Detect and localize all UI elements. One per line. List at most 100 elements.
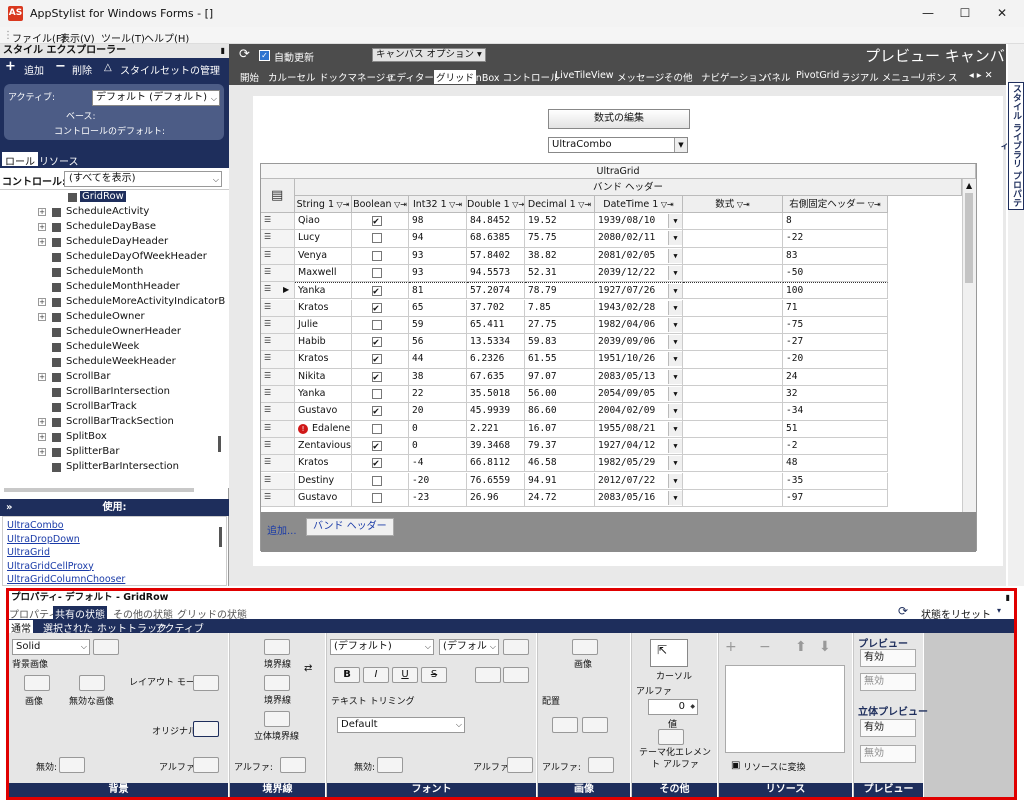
preview-tab[interactable]: パネル: [762, 70, 791, 84]
expand-icon[interactable]: +: [38, 223, 46, 231]
grid-cell[interactable]: 65.411: [467, 316, 525, 335]
grid-cell[interactable]: 71: [783, 299, 888, 317]
grid-cell[interactable]: 76.6559: [467, 472, 525, 490]
date-dropdown-icon[interactable]: ▼: [668, 421, 682, 436]
bg-disabled-button[interactable]: [59, 757, 85, 773]
tree-item[interactable]: + ScheduleMoreActivityIndicatorB: [0, 295, 225, 310]
font-alpha-button[interactable]: [507, 757, 533, 773]
grid-cell[interactable]: Julie: [295, 316, 352, 335]
grid-cell[interactable]: 81: [409, 282, 467, 300]
preview-tab[interactable]: LiveTileView: [555, 70, 614, 81]
date-dropdown-icon[interactable]: ▼: [668, 284, 682, 299]
grid-cell[interactable]: 84.8452: [467, 213, 525, 231]
boolean-checkbox[interactable]: [372, 475, 382, 486]
grid-cell[interactable]: Destiny: [295, 472, 352, 490]
scroll-up-icon[interactable]: ▲: [966, 181, 972, 190]
move-up-icon[interactable]: ⬆: [795, 639, 807, 655]
collapse-icon[interactable]: »: [6, 499, 12, 516]
grid-cell[interactable]: 68.6385: [467, 230, 525, 248]
preview-tab[interactable]: ナビゲーション: [701, 70, 767, 84]
tree-item[interactable]: + ScheduleActivity: [0, 205, 220, 220]
grid-cell[interactable]: 57.2074: [467, 282, 525, 300]
grid-cell[interactable]: [683, 472, 783, 490]
boolean-checkbox[interactable]: [372, 456, 382, 471]
expand-icon[interactable]: +: [38, 373, 46, 381]
boolean-checkbox[interactable]: [372, 284, 382, 298]
grid-cell[interactable]: [352, 334, 409, 352]
date-dropdown-icon[interactable]: ▼: [668, 231, 682, 246]
grid-cell[interactable]: [683, 489, 783, 508]
usage-item-link[interactable]: UltraDropDown: [7, 534, 80, 545]
grid-cell[interactable]: 86.60: [525, 403, 595, 421]
border-color-button[interactable]: [264, 639, 290, 655]
row-selector[interactable]: ☰: [261, 489, 295, 508]
border-link-icon[interactable]: ⇄: [304, 663, 312, 674]
row-selector[interactable]: ☰: [261, 455, 295, 473]
grid-cell[interactable]: 79.37: [525, 437, 595, 456]
column-header[interactable]: Double 1 ▽⇥: [467, 196, 525, 213]
column-header[interactable]: 右側固定ヘッダー ▽⇥: [783, 196, 888, 213]
tree-item[interactable]: ScheduleMonthHeader: [0, 280, 220, 295]
tree-item[interactable]: ScheduleMonth: [0, 265, 220, 280]
tree-item[interactable]: ScheduleWeekHeader: [0, 355, 220, 370]
tree-vscroll-thumb[interactable]: [218, 436, 221, 452]
column-header[interactable]: Boolean ▽⇥: [352, 196, 409, 213]
grid-cell[interactable]: 75.75: [525, 230, 595, 248]
bold-button[interactable]: B: [334, 667, 360, 683]
grid-cell[interactable]: 8: [783, 213, 888, 231]
alpha-value-spinner[interactable]: 0 ◆: [648, 699, 698, 715]
preview-tab[interactable]: PivotGrid: [796, 70, 839, 81]
band-header-add-button[interactable]: バンド ヘッダー: [306, 518, 394, 536]
grid-cell[interactable]: Qiao: [295, 213, 352, 231]
h-align-button[interactable]: [475, 667, 501, 683]
grid-cell[interactable]: [352, 472, 409, 490]
grid-cell[interactable]: Maxwell: [295, 264, 352, 283]
style-library-tab[interactable]: スタイル ライブラリ プロパティ: [997, 82, 1024, 210]
date-dropdown-icon[interactable]: ▼: [668, 300, 682, 315]
grid-cell[interactable]: Zentavious: [295, 437, 352, 456]
tree-hscroll[interactable]: [4, 488, 194, 492]
date-dropdown-icon[interactable]: ▼: [668, 438, 682, 453]
column-header[interactable]: String 1 ▽⇥: [295, 196, 352, 213]
grid-cell[interactable]: 16.07: [525, 420, 595, 438]
filter-icon[interactable]: ▽⇥: [576, 200, 591, 209]
grid-cell[interactable]: 66.8112: [467, 455, 525, 473]
grid-cell[interactable]: 1955/08/21 ▼: [595, 420, 683, 438]
grid-cell[interactable]: 38: [409, 368, 467, 386]
grid-cell[interactable]: [683, 282, 783, 300]
grid-cell[interactable]: 1951/10/26 ▼: [595, 351, 683, 369]
grid-cell[interactable]: 48: [783, 455, 888, 473]
date-dropdown-icon[interactable]: ▼: [668, 490, 682, 505]
grid-cell[interactable]: 61.55: [525, 351, 595, 369]
grid-cell[interactable]: 2004/02/09 ▼: [595, 403, 683, 421]
menu-view[interactable]: 表示(V): [60, 30, 95, 45]
preview-tab[interactable]: メッセージ: [617, 70, 664, 84]
grid-cell[interactable]: 98: [409, 213, 467, 231]
date-dropdown-icon[interactable]: ▼: [668, 352, 682, 367]
grid-cell[interactable]: [683, 213, 783, 231]
font-name-select[interactable]: (デフォルト) ⌵: [330, 639, 434, 655]
expand-icon[interactable]: +: [38, 298, 46, 306]
tree-item[interactable]: ScheduleOwnerHeader: [0, 325, 220, 340]
date-dropdown-icon[interactable]: ▼: [668, 404, 682, 419]
filter-icon[interactable]: ▽⇥: [658, 200, 674, 209]
usage-scroll-thumb[interactable]: [219, 527, 222, 547]
move-down-icon[interactable]: ⬇: [819, 639, 831, 655]
grid-cell[interactable]: 97.07: [525, 368, 595, 386]
grid-cell[interactable]: [352, 213, 409, 231]
preview-tab[interactable]: カルーセル: [268, 70, 316, 84]
add-button[interactable]: 追加: [24, 62, 44, 77]
minimize-button[interactable]: —: [918, 5, 938, 21]
grid-cell[interactable]: 2.221: [467, 420, 525, 438]
tree-item[interactable]: + ScrollBar: [0, 370, 220, 385]
delete-icon[interactable]: −: [55, 59, 66, 74]
row-selector[interactable]: ☰: [261, 230, 295, 248]
theme-alpha-button[interactable]: [658, 729, 684, 745]
boolean-checkbox[interactable]: [372, 492, 382, 503]
pin-icon[interactable]: ▮: [1006, 591, 1010, 605]
filter-icon[interactable]: ▽⇥: [865, 200, 881, 209]
tree-item[interactable]: + SplitBox: [0, 430, 220, 445]
border2-button[interactable]: [264, 675, 290, 691]
preview-tab[interactable]: 開始: [240, 70, 259, 84]
grid-cell[interactable]: 32: [783, 386, 888, 404]
